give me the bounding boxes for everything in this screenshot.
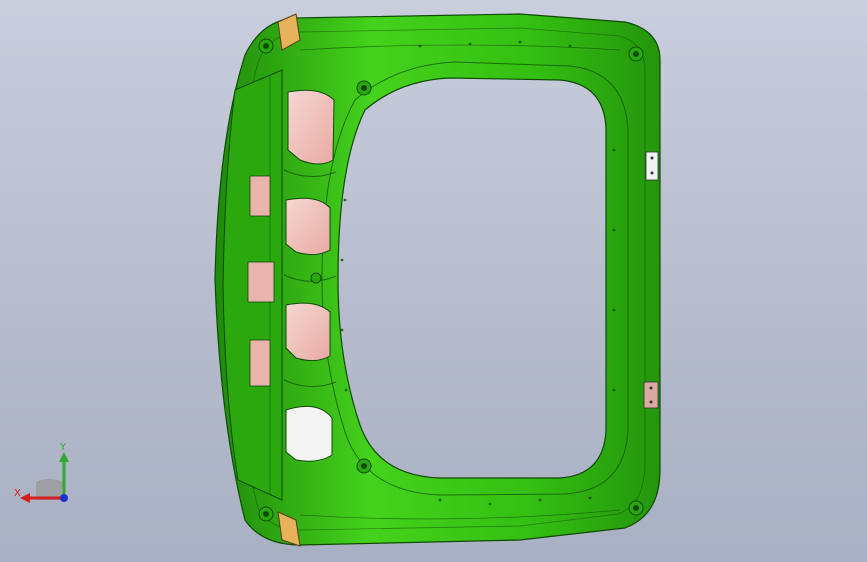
3d-model-part[interactable]: [0, 0, 867, 562]
bracket-right-lower: [643, 381, 659, 409]
opening-2: [285, 197, 331, 256]
z-axis: [60, 494, 68, 502]
pad-3: [249, 339, 271, 387]
opening-4: [285, 405, 333, 462]
x-axis-label: X: [14, 488, 21, 499]
pad-2: [247, 261, 275, 303]
bracket-right-upper: [645, 151, 659, 181]
opening-1: [287, 89, 335, 165]
pad-1: [249, 175, 271, 217]
graphics-viewport[interactable]: Y X: [0, 0, 867, 562]
y-axis-label: Y: [59, 442, 67, 453]
opening-3: [285, 302, 331, 362]
mounting-holes: [340, 40, 616, 506]
orientation-triad: Y X: [14, 442, 69, 503]
inner-flange: [321, 61, 629, 496]
